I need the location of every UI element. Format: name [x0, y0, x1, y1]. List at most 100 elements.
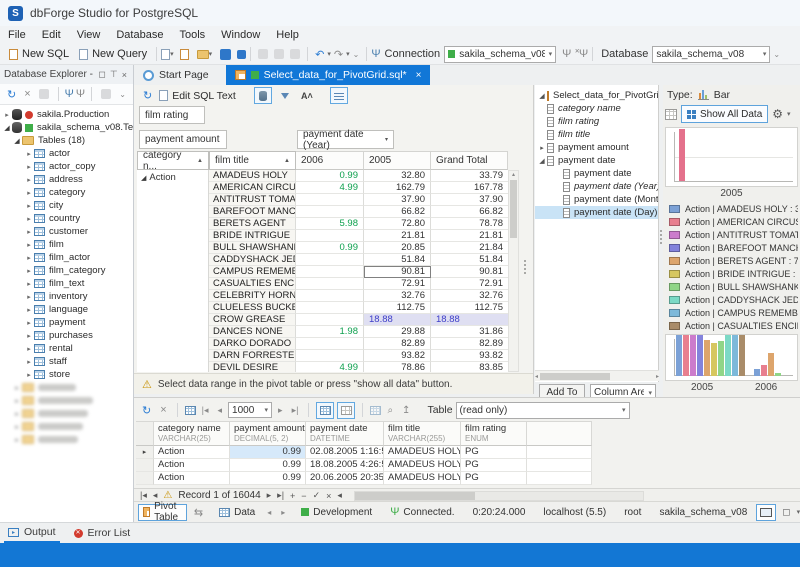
redo-icon[interactable]: ↷ [331, 48, 346, 61]
tree-node-table-address[interactable]: ▸address [0, 173, 133, 186]
pivot-film-title[interactable]: DEVIL DESIRE [209, 362, 296, 372]
disconnect-icon[interactable]: Ψ [562, 48, 571, 60]
menu-edit[interactable]: Edit [34, 27, 69, 43]
pivot-cell-2005[interactable]: 93.82 [364, 350, 431, 362]
collapse-icon[interactable]: ◢ [537, 92, 547, 100]
new-connection-icon[interactable]: Ψ [65, 88, 74, 100]
pivot-cell-total[interactable]: 51.84 [431, 254, 508, 266]
explorer-overflow-icon[interactable]: ⌄ [116, 90, 129, 99]
pivot-cell-2005[interactable]: 32.76 [364, 290, 431, 302]
layout-toggle-button[interactable] [756, 504, 776, 521]
refresh-icon[interactable]: ↻ [4, 88, 19, 101]
pivot-cell-2006[interactable] [296, 302, 364, 314]
script-icon[interactable] [101, 89, 111, 99]
grid-cell[interactable]: PG [461, 472, 527, 485]
page-size-select[interactable]: 1000▾ [228, 402, 272, 418]
expand-icon[interactable]: ▸ [24, 254, 34, 262]
pivot-film-title[interactable]: BERETS AGENT [209, 218, 296, 230]
export-icon[interactable]: ↥ [399, 405, 413, 416]
pivot-cell-total[interactable]: 66.82 [431, 206, 508, 218]
tree-node-table-actor[interactable]: ▸actor [0, 147, 133, 160]
legend-item[interactable]: Action | CADDYSHACK JEDI : 51.84 [669, 293, 798, 306]
pivot-cell-2006[interactable]: 0.99 [296, 170, 364, 182]
expand-icon[interactable]: ▸ [2, 111, 12, 119]
pivot-cell-2006[interactable]: 1.98 [296, 326, 364, 338]
pivot-cell-2005[interactable]: 29.88 [364, 326, 431, 338]
pivot-cell-total[interactable]: 31.86 [431, 326, 508, 338]
status-options-arrow-icon[interactable]: ▾ [797, 508, 800, 516]
legend-item[interactable]: Action | ANTITRUST TOMATOES : 37.9 [669, 228, 798, 241]
first-page-icon[interactable]: |◂ [199, 405, 212, 416]
tree-node-table-purchases[interactable]: ▸purchases [0, 329, 133, 342]
menu-help[interactable]: Help [268, 27, 307, 43]
grid-horizontal-scrollbar[interactable] [354, 491, 644, 501]
pivot-film-title[interactable]: CASUALTIES ENCINO [209, 278, 296, 290]
expand-icon[interactable]: ▸ [24, 371, 34, 379]
refresh-grid-icon[interactable]: ↻ [139, 404, 154, 417]
grid-row[interactable]: ▸Action0.9902.08.2005 1:16:59AMADEUS HOL… [136, 446, 592, 459]
collapse-icon[interactable]: ◢ [537, 157, 547, 165]
append-record-icon[interactable]: + [290, 491, 295, 501]
tree-node-production[interactable]: ▸ sakila.Production [0, 108, 133, 121]
expand-icon[interactable]: ▸ [24, 293, 34, 301]
tree-node-table-film_actor[interactable]: ▸film_actor [0, 251, 133, 264]
collapse-icon[interactable]: ◢ [12, 137, 22, 145]
pivot-film-title[interactable]: CAMPUS REMEMBER [209, 266, 296, 278]
legend-item[interactable]: Action | CAMPUS REMEMBER : 90.81 [669, 306, 798, 319]
expand-icon[interactable]: ▸ [24, 319, 34, 327]
tree-node-table-country[interactable]: ▸country [0, 212, 133, 225]
table-mode-select[interactable]: (read only)▾ [456, 402, 630, 419]
legend-item[interactable]: Action | BRIDE INTRIGUE : 21.81 [669, 267, 798, 280]
legend-item[interactable]: Action | BULL SHAWSHANK : 20.85 [669, 280, 798, 293]
grid-column-header-film-title[interactable]: film titleVARCHAR(255) [384, 421, 461, 446]
field-node-film-title[interactable]: film title [535, 128, 658, 141]
pivot-film-title[interactable]: DARKO DORADO [209, 338, 296, 350]
undo-icon[interactable]: ↶ [312, 48, 327, 61]
pivot-cell-2006[interactable] [296, 194, 364, 206]
edit-sql-text-button[interactable]: Edit SQL Text [172, 90, 236, 102]
scrollbar-thumb[interactable] [540, 373, 610, 380]
grid-column-header-payment-amount[interactable]: payment amountDECIMAL(5, 2) [230, 421, 306, 446]
grid-row[interactable]: Action0.9918.08.2005 4:26:54AMADEUS HOLY… [136, 459, 592, 472]
grid-column-header-payment-date[interactable]: payment dateDATETIME [306, 421, 384, 446]
next-record-icon[interactable]: ▸ [267, 490, 272, 501]
tree-node-table-payment[interactable]: ▸payment [0, 316, 133, 329]
filter-toggle[interactable] [276, 87, 294, 104]
tree-node-table-rental[interactable]: ▸rental [0, 342, 133, 355]
expand-icon[interactable]: ▸ [24, 150, 34, 158]
save-all-icon[interactable] [237, 50, 246, 59]
grid-column-header-category-name[interactable]: category nameVARCHAR(25) [154, 421, 230, 446]
pivot-film-title[interactable]: CADDYSHACK JEDI [209, 254, 296, 266]
pivot-cell-2005[interactable]: 112.75 [364, 302, 431, 314]
pivot-cell-2005[interactable]: 66.82 [364, 206, 431, 218]
pivot-cell-2005[interactable]: 72.80 [364, 218, 431, 230]
pivot-film-title[interactable]: BRIDE INTRIGUE [209, 230, 296, 242]
cut-icon[interactable] [258, 49, 268, 59]
pivot-cell-2006[interactable] [296, 350, 364, 362]
expand-icon[interactable]: ▸ [24, 189, 34, 197]
totals-toggle[interactable] [330, 87, 348, 104]
panel-splitter[interactable] [660, 230, 662, 244]
search-icon[interactable]: ⌕ [384, 405, 396, 416]
column-header-grand-total[interactable]: Grand Total [431, 151, 508, 170]
tree-node-table-city[interactable]: ▸city [0, 199, 133, 212]
tree-node-table-customer[interactable]: ▸customer [0, 225, 133, 238]
error-list-tab[interactable]: ✕ Error List [70, 523, 135, 543]
row-field-category-chip[interactable]: category n...▲ [137, 151, 209, 170]
legend-item[interactable]: Action | BAREFOOT MANCHURIAN : 66.82 [669, 241, 798, 254]
tab-pivotgrid-sql[interactable]: Select_data_for_PivotGrid.sql* × [226, 65, 431, 85]
next-page-icon[interactable]: ▸ [275, 405, 286, 416]
data-source-toggle[interactable] [254, 87, 272, 104]
pivot-film-title[interactable]: DANCES NONE [209, 326, 296, 338]
fields-root-node[interactable]: ◢ Select_data_for_PivotGrid [535, 89, 658, 102]
expand-icon[interactable]: ▸ [24, 176, 34, 184]
next-view-icon[interactable]: ▸ [278, 508, 288, 517]
legend-item[interactable]: Action | BERETS AGENT : 72.8 [669, 254, 798, 267]
pivot-cell-2005[interactable]: 32.80 [364, 170, 431, 182]
expand-icon[interactable]: ▸ [24, 202, 34, 210]
paging-icon[interactable] [185, 406, 196, 415]
chart-settings-gear-icon[interactable]: ⚙ [772, 107, 783, 121]
pivot-cell-2005[interactable]: 37.90 [364, 194, 431, 206]
close-panel-icon[interactable]: × [120, 70, 129, 80]
row-field-filmtitle-chip[interactable]: film title▲ [209, 151, 296, 170]
